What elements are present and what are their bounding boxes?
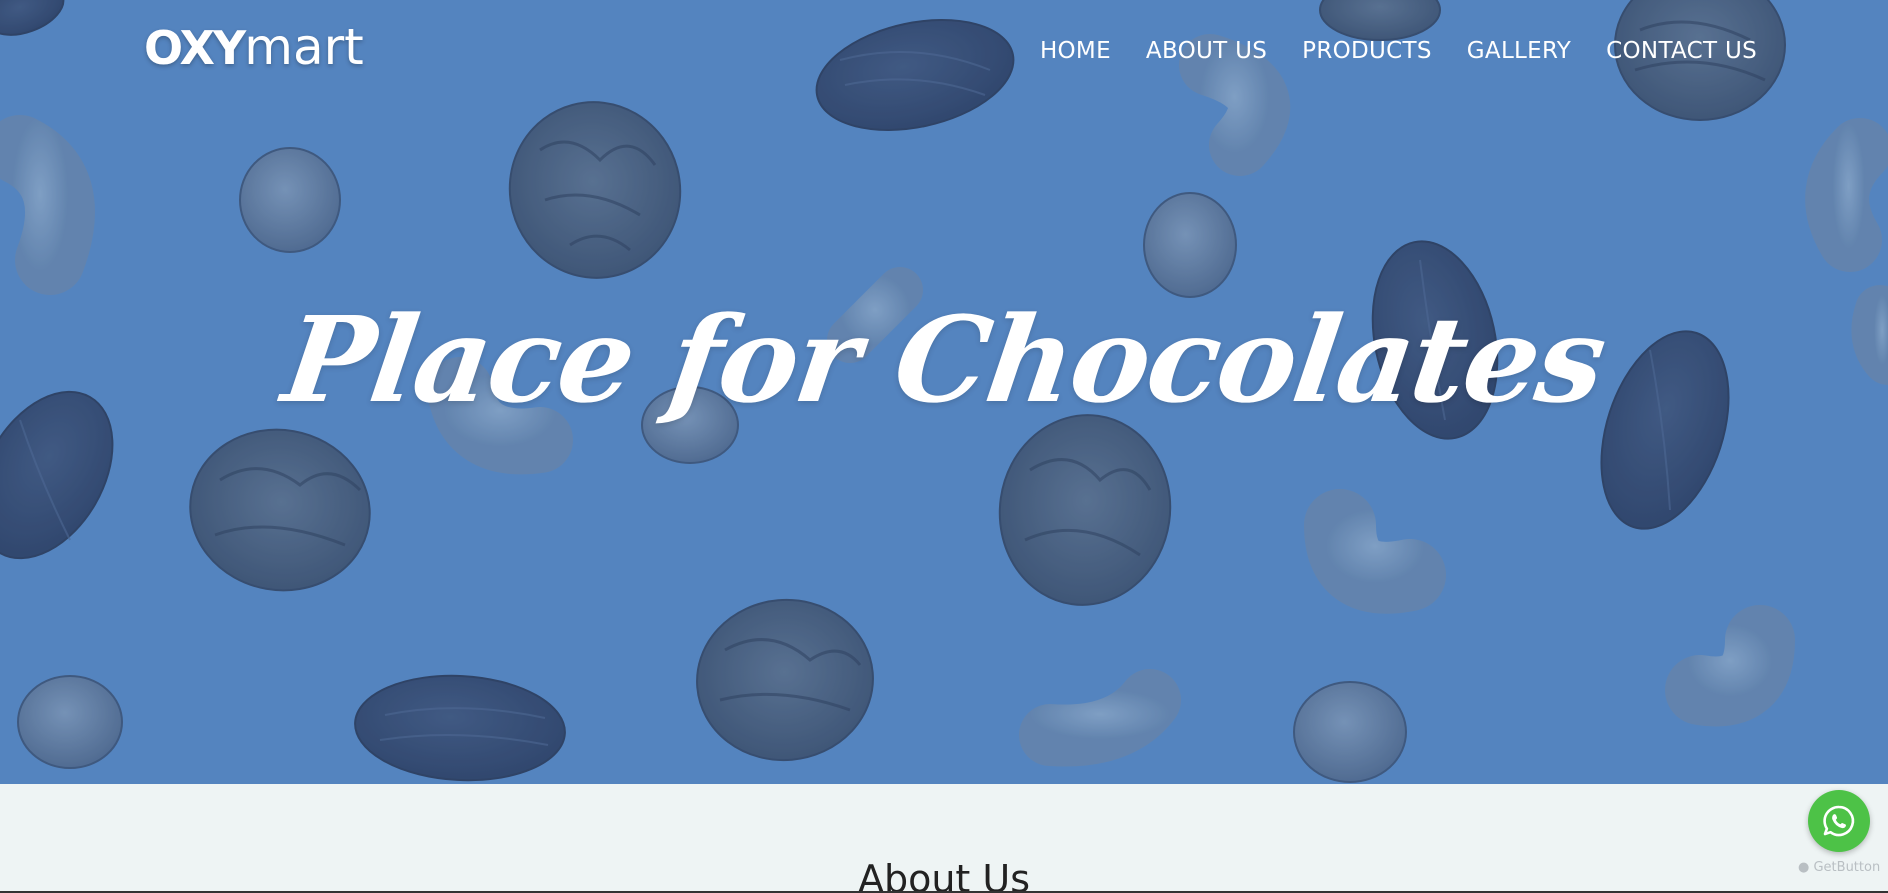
nav-item-home[interactable]: HOME	[1040, 38, 1111, 64]
getbutton-credit-link[interactable]: ● GetButton	[1798, 860, 1880, 875]
logo-text-bold: OXY	[144, 21, 246, 75]
nav-item-contact-us[interactable]: CONTACT US	[1606, 38, 1757, 64]
site-logo[interactable]: OXY mart	[144, 18, 364, 78]
whatsapp-icon	[1823, 805, 1855, 837]
main-nav: HOME ABOUT US PRODUCTS GALLERY CONTACT U…	[1040, 38, 1757, 64]
hero-section: OXY mart HOME ABOUT US PRODUCTS GALLERY …	[0, 0, 1888, 784]
hero-title: Place for Chocolates	[275, 290, 1613, 429]
about-title: About Us	[857, 857, 1031, 893]
getbutton-logo-icon: ●	[1798, 860, 1810, 875]
about-section: About Us	[0, 784, 1888, 893]
logo-text-light: mart	[244, 18, 364, 76]
nav-item-gallery[interactable]: GALLERY	[1467, 38, 1571, 64]
nav-item-products[interactable]: PRODUCTS	[1302, 38, 1432, 64]
nav-item-about-us[interactable]: ABOUT US	[1146, 38, 1267, 64]
whatsapp-button[interactable]	[1808, 790, 1870, 852]
getbutton-label: GetButton	[1813, 860, 1881, 875]
